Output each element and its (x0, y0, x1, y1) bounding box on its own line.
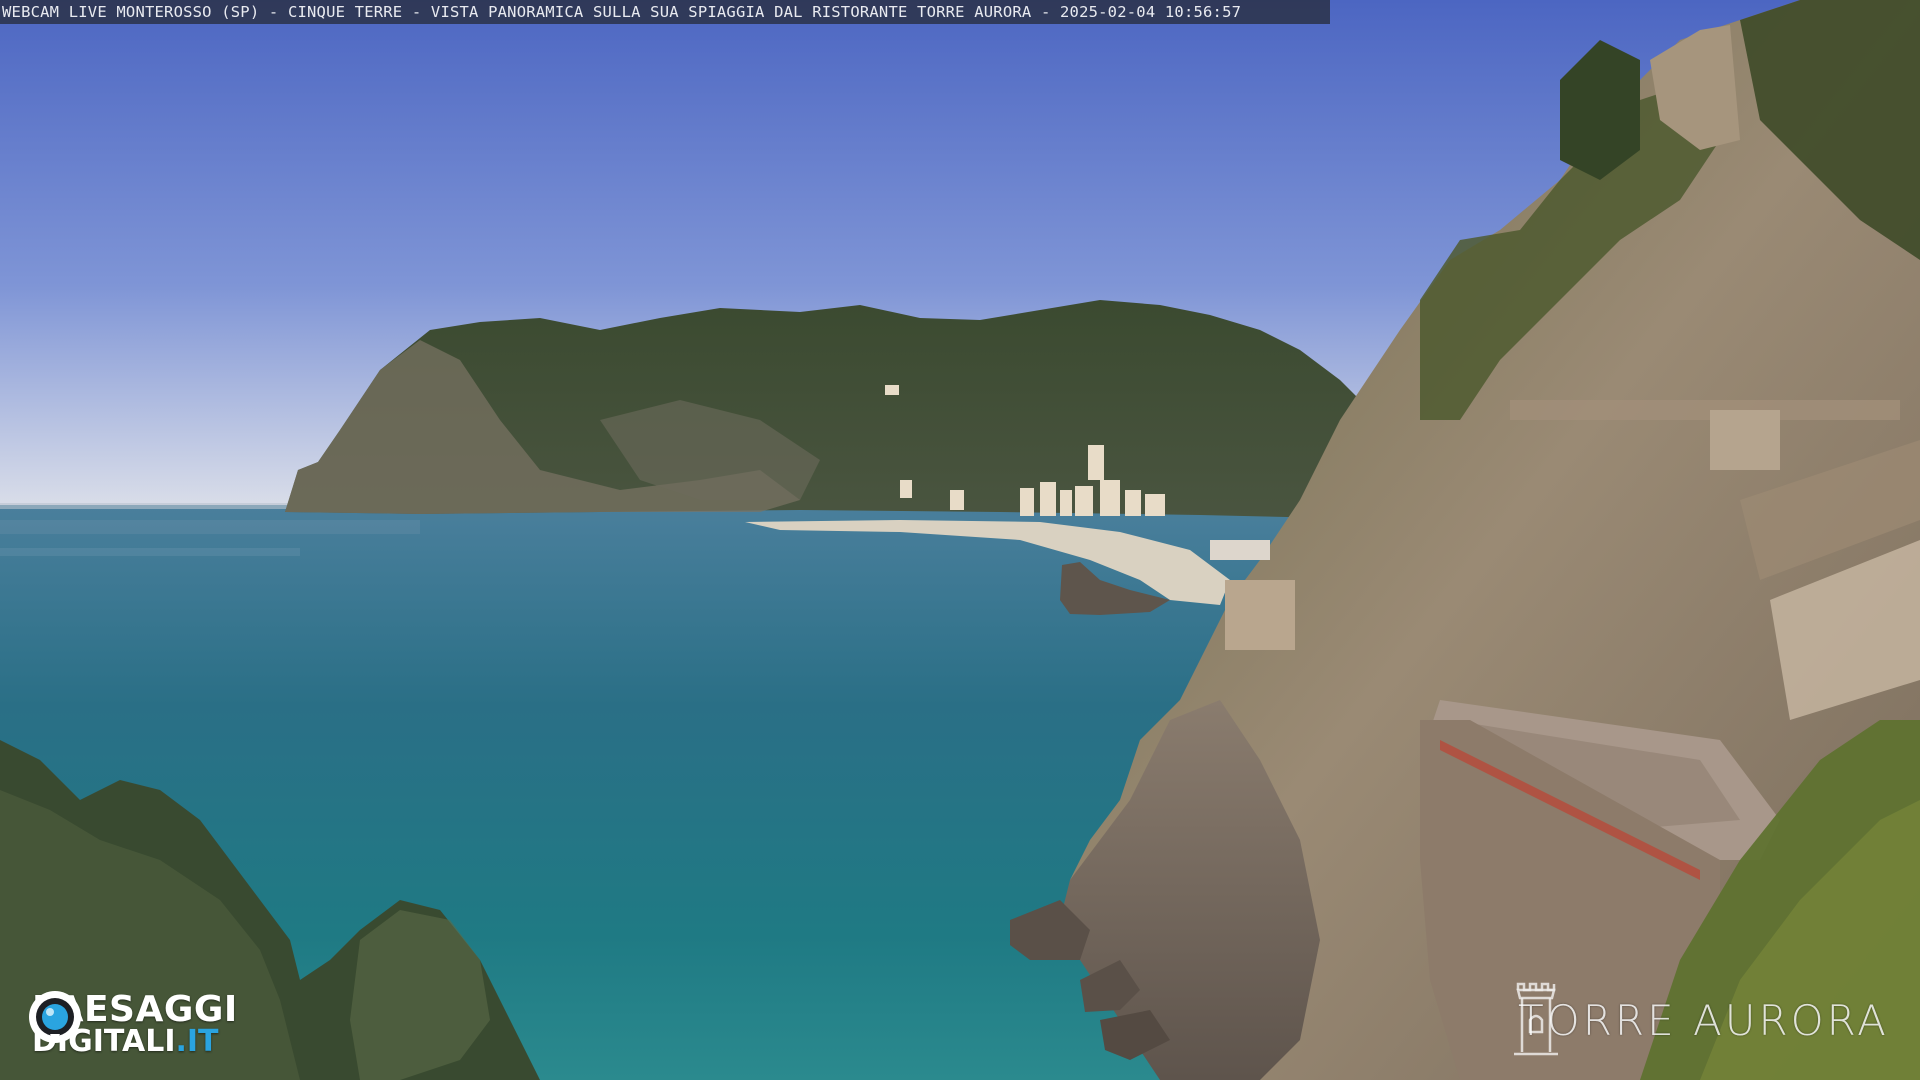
paesaggi-digitali-logo: PAESAGGI DIGITALI.IT (26, 988, 238, 1060)
tower-icon (1514, 982, 1558, 1056)
landscape-image (0, 0, 1920, 1080)
torre-aurora-text: TORRE AURORA (1518, 995, 1889, 1045)
webcam-caption: WEBCAM LIVE MONTEROSSO (SP) - CINQUE TER… (0, 0, 1330, 24)
logo-line-2-accent: .IT (175, 1023, 219, 1059)
webcam-view: WEBCAM LIVE MONTEROSSO (SP) - CINQUE TER… (0, 0, 1920, 1080)
torre-aurora-watermark: TORRE AURORA (1508, 980, 1889, 1060)
camera-lens-icon (29, 991, 81, 1043)
